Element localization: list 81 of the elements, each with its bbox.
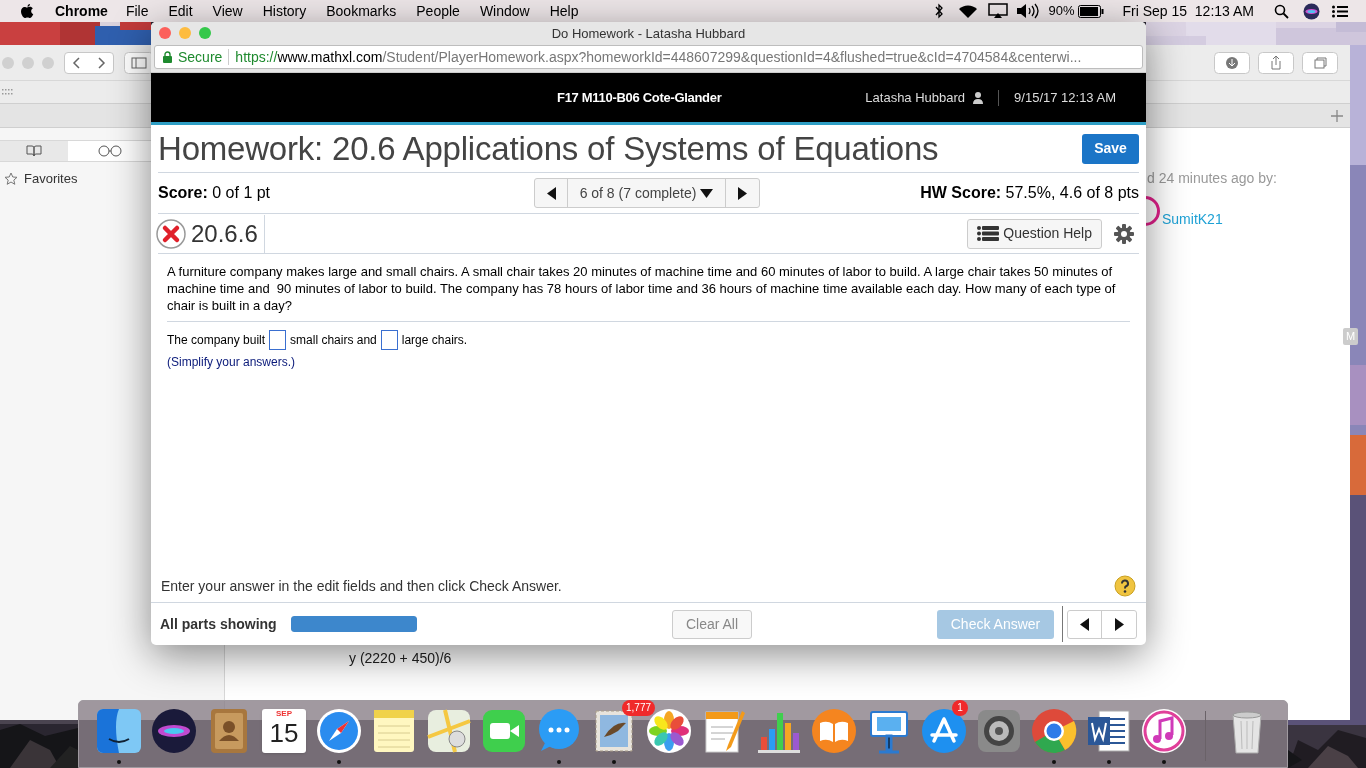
answer-text: large chairs. xyxy=(401,332,468,349)
hint-text: (Simplify your answers.) xyxy=(167,354,297,371)
menu-item[interactable]: Help xyxy=(549,0,579,22)
chrome-ball-icon[interactable] xyxy=(1030,707,1078,755)
answer-box[interactable] xyxy=(269,330,287,350)
question-position: 6 of 8 (7 complete) xyxy=(579,183,697,203)
answer-text: small chairs and xyxy=(290,332,377,349)
instruction-text: Enter your answer in the edit fields and then click Check Answer. xyxy=(161,576,562,596)
sidebar-icon[interactable] xyxy=(124,51,154,74)
book-icon xyxy=(26,145,42,157)
video-camera-icon[interactable] xyxy=(480,707,528,755)
bookmarks-tab[interactable] xyxy=(0,141,68,161)
search-icon[interactable] xyxy=(1274,3,1289,19)
calendar-month: SEP xyxy=(276,709,292,719)
formula-text: y (2220 + 450)/6 xyxy=(349,649,452,668)
hw-score-text: HW Score: 57.5%, 4.6 of 8 pts xyxy=(919,183,1139,203)
menu-item[interactable]: History xyxy=(262,0,307,22)
question-text: A furniture company makes large and small chairs. A small chair takes 20 minutes of machine time and 60 minutes of labor to build. A large chair takes 50 minutes of machine time and 90 minutes of labor to build. The company has 78 hours of labor time and 36 hours of machine time available each day. How many of each type of chair is built in a day? xyxy=(167,263,1130,322)
caret-icon xyxy=(700,188,714,198)
window-title: Do Homework - Latasha Hubbard xyxy=(551,24,746,43)
lock-icon xyxy=(163,51,172,63)
document-icon[interactable] xyxy=(1085,707,1133,755)
question-help-button[interactable]: Question Help xyxy=(967,218,1102,249)
music-note-icon[interactable] xyxy=(1140,707,1188,755)
menu-app-name[interactable]: Chrome xyxy=(55,0,108,22)
calendar-day: 15 xyxy=(269,719,299,747)
list-icon[interactable] xyxy=(1332,4,1348,18)
bluetooth-icon[interactable] xyxy=(934,3,945,19)
settings-icon[interactable] xyxy=(1114,223,1134,244)
download-icon[interactable] xyxy=(1214,51,1250,74)
homework-title: Homework: 20.6 Applications of Systems of Equations xyxy=(158,128,939,169)
left-arrow-icon xyxy=(1080,617,1089,631)
battery-icon[interactable] xyxy=(1078,4,1105,18)
battery-percentage: 90% xyxy=(1048,2,1075,21)
answer-box[interactable] xyxy=(380,330,398,350)
right-arrow-icon xyxy=(738,186,747,200)
menu-item[interactable]: View xyxy=(212,0,243,22)
siri-icon[interactable] xyxy=(1303,2,1320,20)
star-icon xyxy=(4,171,18,186)
menu-item[interactable]: People xyxy=(416,0,460,22)
user-name[interactable]: Latasha Hubbard xyxy=(865,87,966,108)
grip-icon xyxy=(2,89,16,95)
menu-item[interactable]: Bookmarks xyxy=(326,0,397,22)
calendar-icon[interactable]: SEP 15 xyxy=(262,709,306,753)
parts-label: All parts showing xyxy=(160,614,278,634)
menu-item[interactable]: Edit xyxy=(168,0,193,22)
address-bar[interactable]: Secure https://www.mathxl.com/Student/PlayerHomework.aspx?homeworkId=448607299&questionId=4&flushed=true&cId=4704584&centerwi... xyxy=(154,45,1143,69)
list-icon xyxy=(977,226,1000,241)
sidebar-item-label: Favorites xyxy=(24,170,78,188)
menu-item[interactable]: Window xyxy=(479,0,530,22)
left-arrow-icon xyxy=(546,186,556,200)
menu-item[interactable]: File xyxy=(125,0,149,22)
reading-list-tab[interactable] xyxy=(68,141,152,161)
user-icon xyxy=(973,91,984,104)
notification-badge: 1,777 xyxy=(622,700,656,716)
compass-icon[interactable] xyxy=(315,707,363,755)
date-time: 9/15/17 12:13 AM xyxy=(1014,88,1116,107)
volume-icon[interactable] xyxy=(1016,3,1041,19)
secure-label: Secure xyxy=(178,47,223,67)
wifi-icon[interactable] xyxy=(958,3,979,19)
sidebar-item[interactable]: Favorites xyxy=(4,169,78,189)
notification-badge: 1 xyxy=(952,700,968,716)
activity-text: d 24 minutes ago by: xyxy=(1147,169,1277,188)
course-name[interactable]: F17 M110-B06 Cote-Glander xyxy=(557,87,722,108)
question-dropdown[interactable]: 6 of 8 (7 complete) xyxy=(568,179,726,207)
open-book-icon[interactable] xyxy=(810,707,858,755)
split-face-icon[interactable] xyxy=(95,707,143,755)
gear-icon[interactable] xyxy=(975,707,1023,755)
question-number: 20.6.6 xyxy=(191,214,265,253)
glasses-icon xyxy=(97,145,123,157)
airplay-icon[interactable] xyxy=(988,3,1009,19)
url-text: https://www.mathxl.com/Student/PlayerHomework.aspx?homeworkId=448607299&questionId=4&flushed=true&cId=4704584&centerwi... xyxy=(235,47,1082,67)
score-text: Score: 0 of 1 pt xyxy=(158,183,272,203)
answer-text: The company built xyxy=(167,332,266,349)
menu-clock[interactable]: Fri Sep 15 12:13 AM xyxy=(1122,0,1254,22)
save-button[interactable]: Save xyxy=(1082,133,1139,164)
help-icon[interactable] xyxy=(1114,575,1136,597)
orb-icon[interactable] xyxy=(150,707,198,755)
apple-icon[interactable] xyxy=(20,3,34,19)
right-arrow-icon xyxy=(1114,617,1124,631)
map-icon[interactable] xyxy=(425,707,473,755)
